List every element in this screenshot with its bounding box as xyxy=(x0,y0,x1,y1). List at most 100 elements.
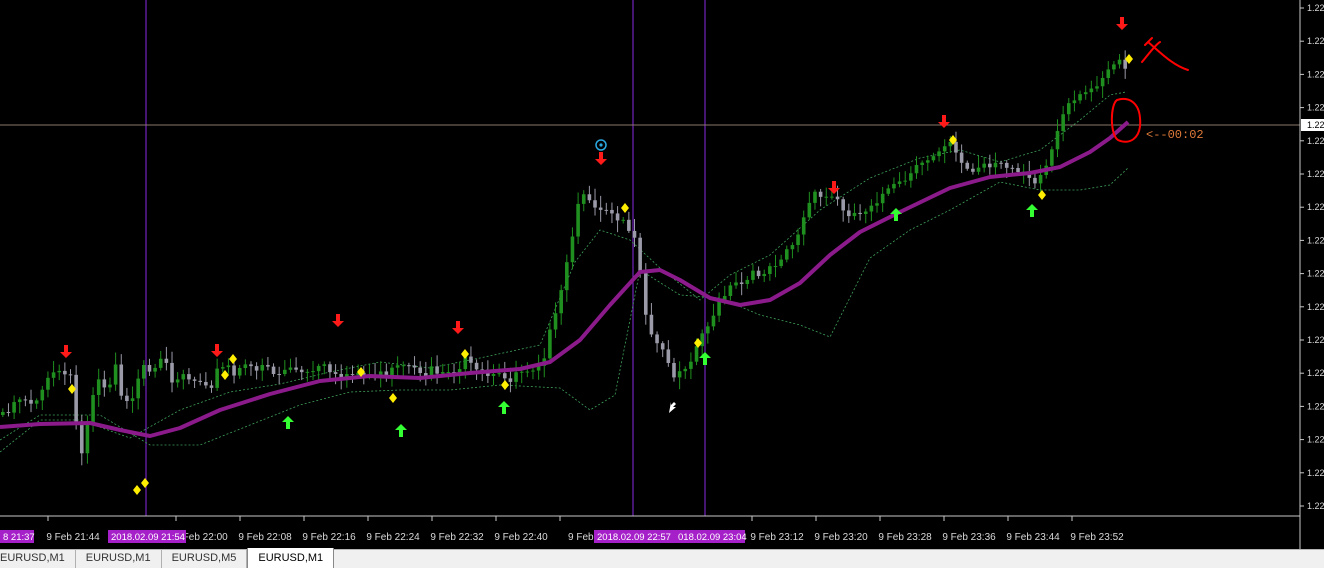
x-tick-label: 9 Feb 22:16 xyxy=(302,532,356,543)
bull-candle xyxy=(390,367,394,376)
bull-candle xyxy=(621,219,626,221)
bull-candle xyxy=(283,369,287,375)
bull-candle xyxy=(751,270,755,280)
bull-candle xyxy=(46,377,50,390)
y-tick-label: 1.22 xyxy=(1307,202,1324,212)
bull-candle xyxy=(237,368,242,376)
bull-candle xyxy=(136,378,140,399)
bull-candle xyxy=(976,167,981,172)
bear-candle xyxy=(232,365,236,376)
bull-candle xyxy=(880,193,885,204)
y-tick-label: 1.22 xyxy=(1307,302,1324,312)
bull-candle xyxy=(993,162,998,168)
bear-candle xyxy=(209,385,214,388)
bull-candle xyxy=(130,398,135,402)
bull-candle xyxy=(57,370,62,373)
bull-candle xyxy=(852,212,857,217)
bull-candle xyxy=(784,249,789,260)
bull-candle xyxy=(215,368,219,388)
bull-candle xyxy=(158,358,163,368)
bear-candle xyxy=(1016,167,1020,173)
price-chart[interactable]: <--00:02 1.22 1.22 1.22 1.22 1.22 1.22 1.22 1.2… xyxy=(0,0,1324,549)
tab-eurusd-m1-b[interactable]: EURUSD,M1 xyxy=(76,550,162,568)
bull-candle xyxy=(576,203,580,237)
bull-candle xyxy=(1100,77,1105,87)
bear-candle xyxy=(587,194,592,201)
bull-candle xyxy=(982,163,986,168)
bull-candle xyxy=(565,262,569,291)
bull-candle xyxy=(863,211,868,214)
tab-eurusd-m1-active[interactable]: EURUSD,M1 xyxy=(247,548,335,568)
bull-candle xyxy=(570,236,575,263)
y-tick-label: 1.22 xyxy=(1307,136,1324,146)
bull-candle xyxy=(17,399,22,403)
bear-candle xyxy=(954,141,958,153)
tab-eurusd-m5[interactable]: EURUSD,M5 xyxy=(162,550,248,568)
bear-candle xyxy=(6,412,11,413)
bull-candle xyxy=(886,188,891,194)
bear-candle xyxy=(299,369,304,373)
x-tick-label: 9 Feb 23:28 xyxy=(878,532,932,543)
bull-candle xyxy=(1055,130,1060,150)
bull-candle xyxy=(1061,114,1065,131)
bull-candle xyxy=(395,365,400,368)
bear-candle xyxy=(249,364,253,367)
bear-candle xyxy=(407,365,411,367)
bull-candle xyxy=(51,372,56,378)
x-tick-label: 9 Feb 23:36 xyxy=(942,532,996,543)
bull-candle xyxy=(790,245,795,250)
vertical-line-time-label: 018.02.09 23:04 xyxy=(678,532,747,543)
bear-candle xyxy=(971,168,975,172)
bull-candle xyxy=(1112,64,1116,70)
bull-candle xyxy=(762,273,767,277)
y-tick-label: 1.22 xyxy=(1307,269,1324,279)
bear-candle xyxy=(627,219,631,231)
bull-candle xyxy=(1083,92,1088,95)
bull-candle xyxy=(706,326,710,334)
bear-candle xyxy=(632,230,637,238)
bear-candle xyxy=(328,364,332,373)
bull-candle xyxy=(1095,86,1099,89)
bull-candle xyxy=(914,164,919,174)
bull-candle xyxy=(796,234,800,246)
bull-candle xyxy=(288,367,293,370)
bear-candle xyxy=(192,379,197,381)
bear-candle xyxy=(638,237,642,273)
bull-candle xyxy=(779,259,783,267)
bear-candle xyxy=(835,196,840,200)
bear-candle xyxy=(474,362,479,370)
tab-eurusd-m1-a[interactable]: EURUSD,M1 xyxy=(0,550,76,568)
x-tick-label: 9 Feb 22:40 xyxy=(494,532,548,543)
bear-candle xyxy=(1033,177,1037,184)
bull-candle xyxy=(830,196,834,198)
bear-candle xyxy=(294,367,298,370)
bull-candle xyxy=(581,194,586,204)
bear-candle xyxy=(23,399,28,401)
bull-candle xyxy=(553,313,558,330)
bear-candle xyxy=(435,366,439,374)
y-tick-label: 1.22 xyxy=(1307,368,1324,378)
bull-candle xyxy=(925,160,930,163)
bear-candle xyxy=(959,152,964,163)
bull-candle xyxy=(181,374,186,380)
bear-candle xyxy=(418,367,422,374)
y-tick-label: 1.22 xyxy=(1307,103,1324,113)
bear-candle xyxy=(610,209,614,214)
bull-candle xyxy=(1117,59,1122,65)
bear-candle xyxy=(68,374,73,376)
y-tick-label: 1.22 xyxy=(1307,401,1324,411)
bull-candle xyxy=(1072,100,1077,104)
chart-tab-bar: EURUSD,M1 EURUSD,M1 EURUSD,M5 EURUSD,M1 xyxy=(0,548,1324,568)
bull-candle xyxy=(689,361,693,369)
bear-candle xyxy=(125,395,129,402)
bull-candle xyxy=(1089,88,1094,93)
bear-candle xyxy=(1010,167,1015,169)
bear-candle xyxy=(666,349,671,363)
bull-candle xyxy=(768,266,772,274)
bear-candle xyxy=(164,358,169,363)
bull-candle xyxy=(322,364,327,366)
bull-candle xyxy=(260,364,265,371)
y-tick-label: 1.22 xyxy=(1307,169,1324,179)
bear-candle xyxy=(615,213,620,221)
target-circle-dot xyxy=(599,143,603,147)
